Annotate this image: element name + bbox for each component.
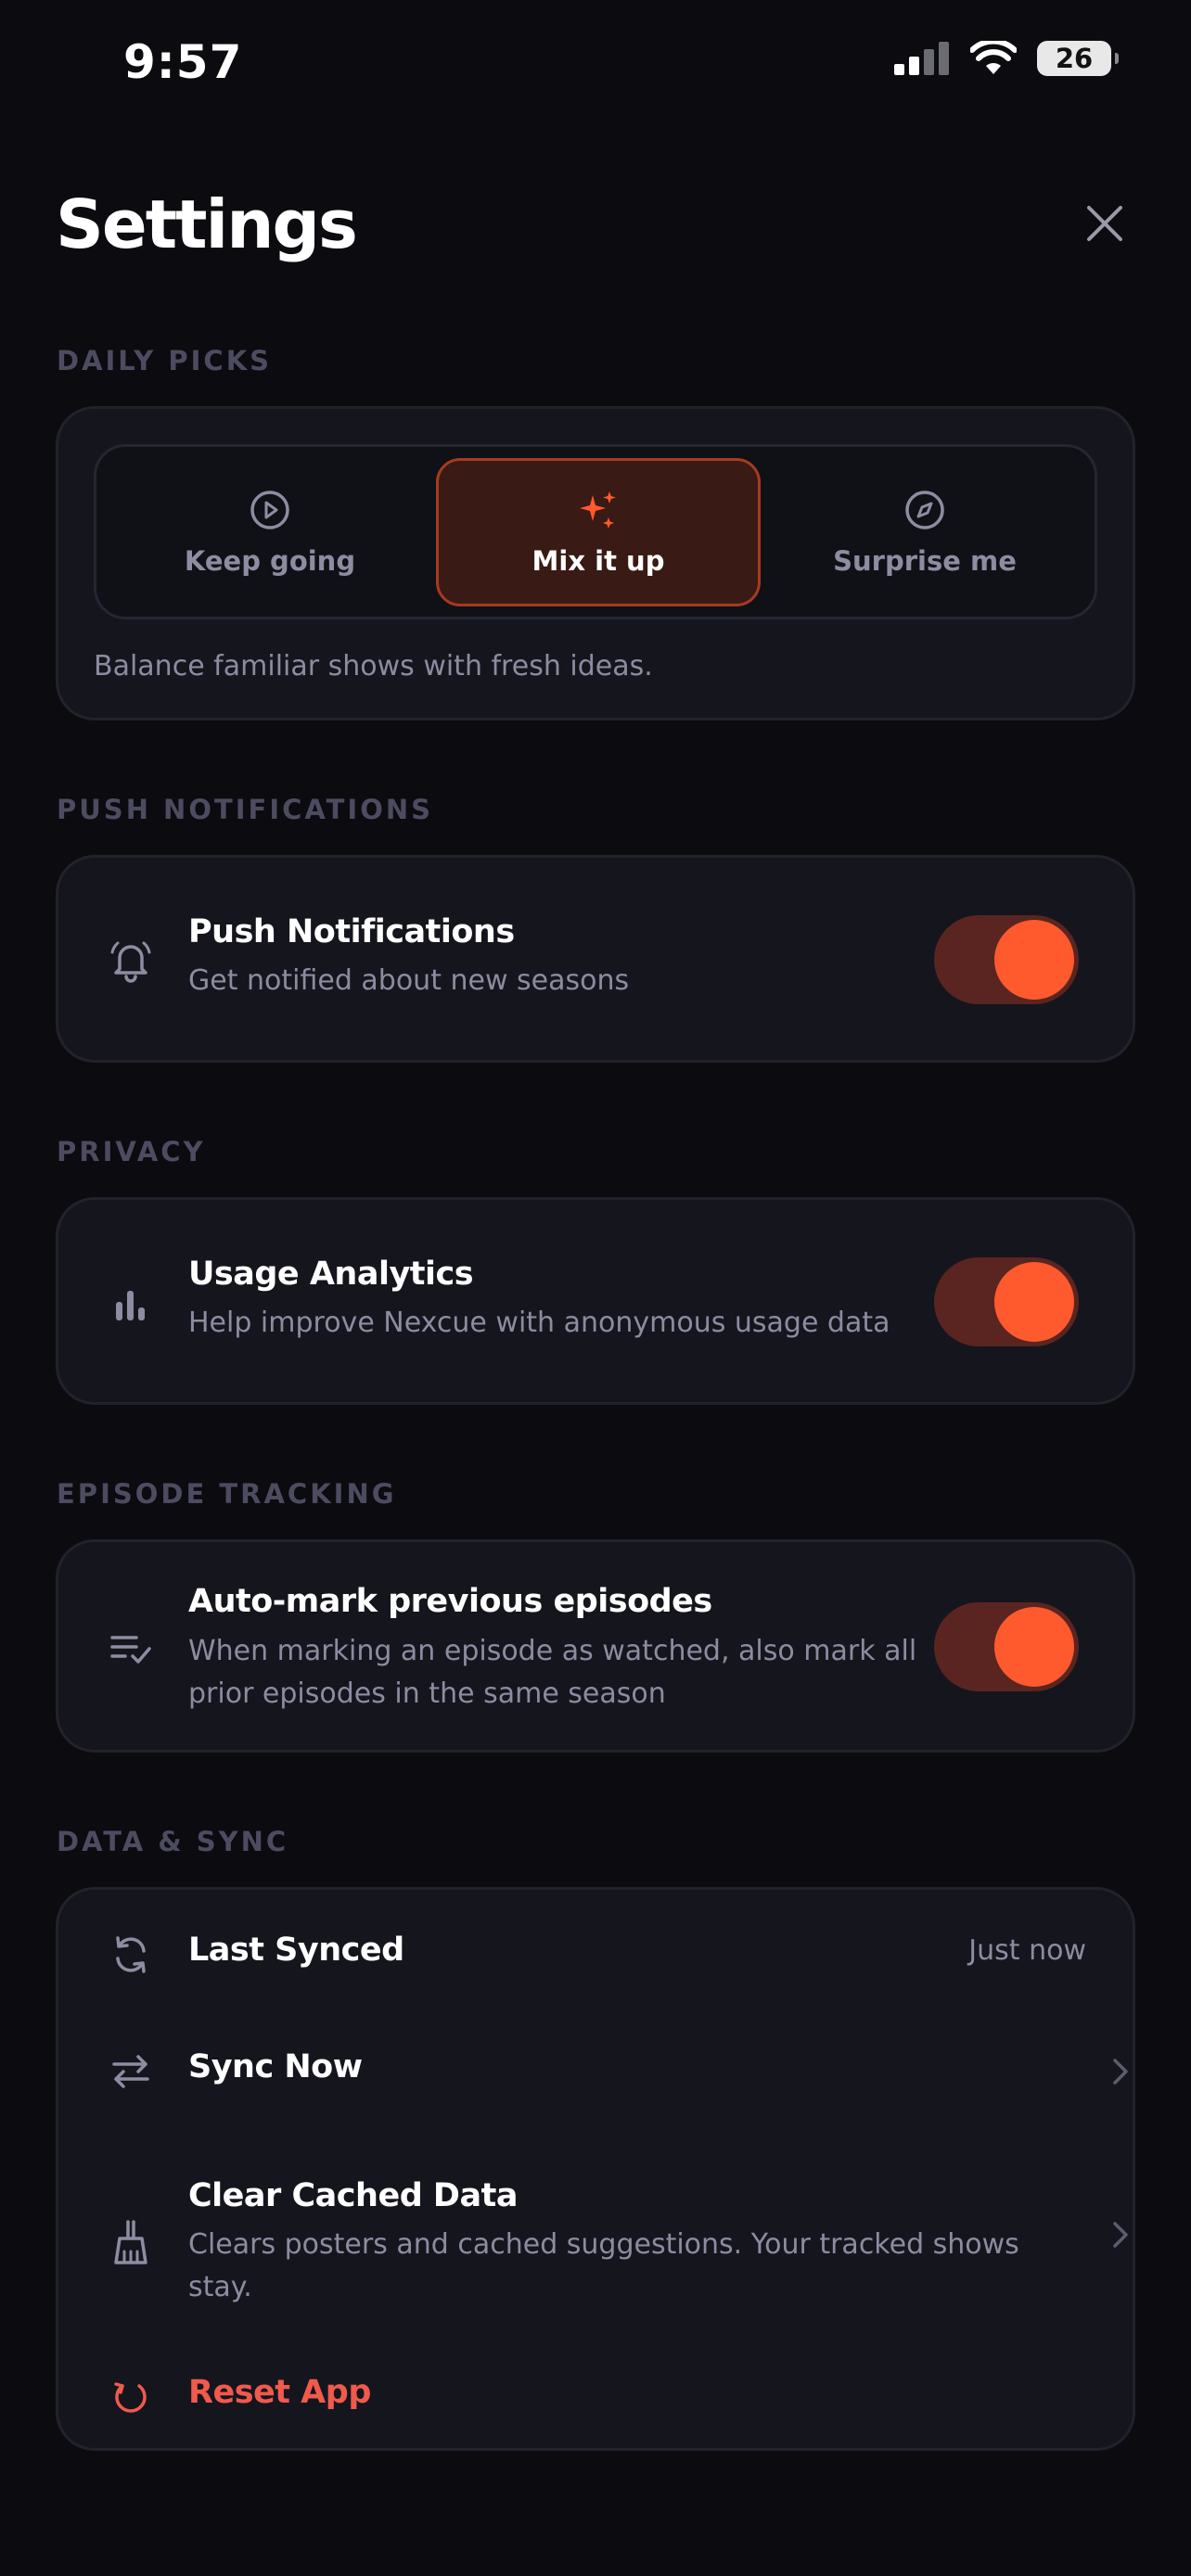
wifi-icon xyxy=(970,41,1017,74)
toggle-knob xyxy=(994,920,1074,1000)
toggle-knob xyxy=(994,1262,1074,1342)
clear-cache-subtitle-line1: Clears posters and cached suggestions. Y… xyxy=(188,2228,1019,2261)
broom-icon xyxy=(103,2214,159,2270)
arrows-swap-icon xyxy=(103,2044,159,2099)
refresh-icon xyxy=(103,1927,159,1983)
usage-analytics-toggle[interactable] xyxy=(934,1257,1079,1346)
chevron-right-icon xyxy=(1113,2222,1128,2248)
push-notifications-subtitle: Get notified about new seasons xyxy=(188,964,630,997)
last-synced-title: Last Synced xyxy=(188,1932,404,1969)
section-label-data-sync: DATA & SYNC xyxy=(57,1826,289,1857)
close-button[interactable] xyxy=(1076,195,1133,252)
clear-cache-row[interactable]: Clear Cached Data Clears posters and cac… xyxy=(58,2159,1133,2316)
usage-analytics-title: Usage Analytics xyxy=(188,1256,474,1293)
segment-label: Surprise me xyxy=(833,545,1017,577)
chevron-right-icon xyxy=(1113,2059,1128,2085)
segment-mix-it-up[interactable]: Mix it up xyxy=(436,458,761,606)
bar-chart-icon xyxy=(103,1276,159,1332)
status-icons: 26 xyxy=(894,41,1119,76)
segment-label: Keep going xyxy=(184,545,356,577)
last-synced-value: Just now xyxy=(968,1934,1086,1967)
push-notifications-toggle[interactable] xyxy=(934,915,1079,1004)
segment-label: Mix it up xyxy=(531,545,665,577)
push-notifications-card: Push Notifications Get notified about ne… xyxy=(56,855,1135,1063)
toggle-knob xyxy=(994,1607,1074,1687)
auto-mark-subtitle-line2: prior episodes in the same season xyxy=(188,1677,666,1710)
episode-tracking-card: Auto-mark previous episodes When marking… xyxy=(56,1539,1135,1753)
play-circle-icon xyxy=(250,491,289,529)
bell-icon xyxy=(103,932,159,988)
section-label-daily-picks: DAILY PICKS xyxy=(57,345,273,376)
segment-keep-going[interactable]: Keep going xyxy=(108,458,432,606)
clear-cache-subtitle-line2: stay. xyxy=(188,2271,252,2303)
section-label-push-notifications: PUSH NOTIFICATIONS xyxy=(57,794,434,825)
segment-surprise-me[interactable]: Surprise me xyxy=(762,458,1087,606)
clear-cache-title: Clear Cached Data xyxy=(188,2177,518,2214)
battery-indicator: 26 xyxy=(1037,41,1119,76)
daily-picks-card: Keep going Mix it up Surprise me Balance… xyxy=(56,406,1135,721)
sparkles-icon xyxy=(580,491,616,529)
reset-app-row[interactable]: Reset App xyxy=(58,2344,1133,2446)
battery-level: 26 xyxy=(1055,43,1094,74)
status-time: 9:57 xyxy=(123,35,243,89)
auto-mark-toggle[interactable] xyxy=(934,1602,1079,1691)
data-sync-card: Last Synced Just now Sync Now Clear Cach… xyxy=(56,1887,1135,2451)
auto-mark-subtitle-line1: When marking an episode as watched, also… xyxy=(188,1635,917,1667)
auto-mark-title: Auto-mark previous episodes xyxy=(188,1583,712,1620)
reset-app-title: Reset App xyxy=(188,2374,371,2411)
compass-icon xyxy=(905,491,944,529)
list-check-icon xyxy=(103,1621,159,1677)
reset-icon xyxy=(103,2369,159,2425)
cellular-signal-icon xyxy=(894,42,949,75)
privacy-card: Usage Analytics Help improve Nexcue with… xyxy=(56,1197,1135,1405)
close-icon xyxy=(1087,206,1122,241)
push-notifications-title: Push Notifications xyxy=(188,913,515,950)
sync-now-title: Sync Now xyxy=(188,2048,363,2085)
section-label-episode-tracking: EPISODE TRACKING xyxy=(57,1478,397,1510)
page-title: Settings xyxy=(56,185,358,263)
daily-picks-description: Balance familiar shows with fresh ideas. xyxy=(94,650,653,682)
daily-picks-segmented-control: Keep going Mix it up Surprise me xyxy=(94,444,1097,619)
usage-analytics-subtitle: Help improve Nexcue with anonymous usage… xyxy=(188,1307,890,1339)
section-label-privacy: PRIVACY xyxy=(57,1136,206,1167)
sync-now-row[interactable]: Sync Now xyxy=(58,2020,1133,2122)
